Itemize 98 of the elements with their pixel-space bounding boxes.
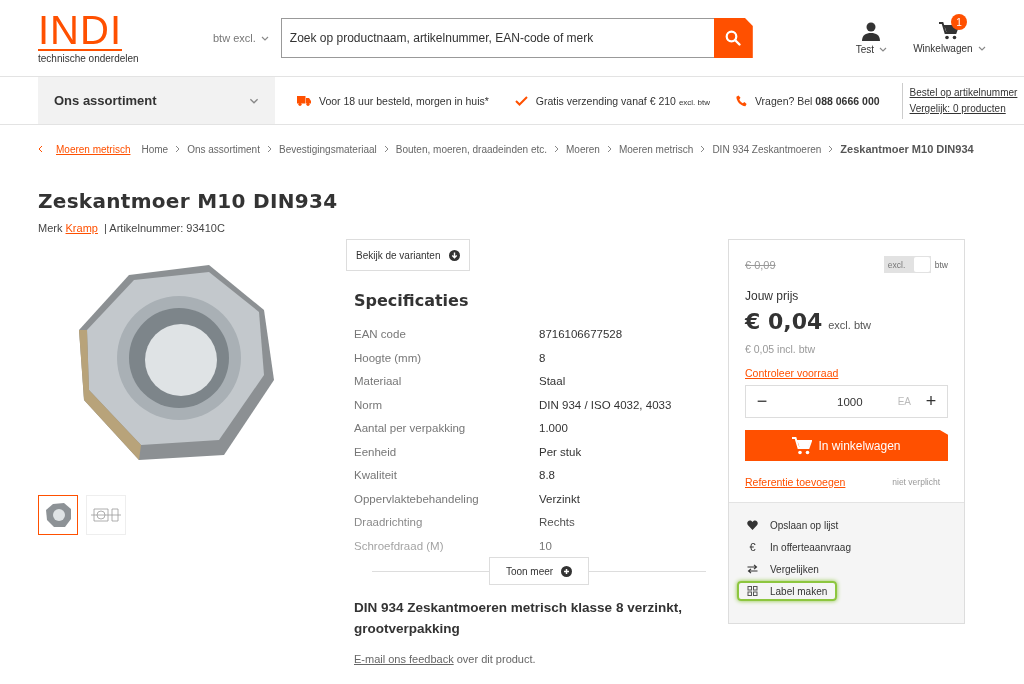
breadcrumb-link[interactable]: DIN 934 Zeskantmoeren <box>712 143 822 155</box>
swap-arrows-icon <box>747 564 758 574</box>
breadcrumb-back-link[interactable]: Moeren metrisch <box>56 143 131 155</box>
spec-value: 8.8 <box>539 469 556 481</box>
cart-icon <box>792 436 813 455</box>
spec-value: DIN 934 / ISO 4032, 4033 <box>539 398 673 411</box>
action-link[interactable]: Vergelijken <box>737 559 829 579</box>
quantity-field[interactable]: − 1000 EA + <box>745 385 948 418</box>
spec-label: Oppervlaktebehandeling <box>354 492 480 505</box>
breadcrumb-link[interactable]: Moeren metrisch <box>618 143 694 155</box>
spec-label: Schroefdraad (M) <box>354 539 445 552</box>
breadcrumb-link[interactable]: Home <box>141 143 169 155</box>
assortment-menu[interactable]: Ons assortiment <box>38 77 275 124</box>
article-number: | Artikelnummer: 93410C <box>104 222 225 234</box>
feedback-text: E-mail ons feedback over dit product. <box>354 653 537 665</box>
spec-label: Aantal per verpakking <box>354 422 467 434</box>
spec-value: 8716106677528 <box>539 328 624 340</box>
plus-circle-icon <box>561 565 573 577</box>
spec-value: 1.000 <box>539 422 569 434</box>
action-link[interactable]: € In offerteaanvraag <box>737 537 861 557</box>
grid-icon <box>747 586 758 596</box>
spec-label: Norm <box>354 398 384 411</box>
chevron-right-icon <box>606 145 612 153</box>
spec-value: Verzinkt <box>539 492 581 505</box>
brand-link[interactable]: Kramp <box>65 222 98 234</box>
spec-value: Rechts <box>539 516 576 528</box>
chevron-down-icon <box>879 46 888 52</box>
product-title: Zeskantmoer M10 DIN934 <box>38 189 339 213</box>
brand-label: Merk <box>38 222 63 234</box>
specs-heading: Specificaties <box>354 291 470 310</box>
euro-icon: € <box>747 541 758 553</box>
breadcrumb-link[interactable]: Bevestigingsmateriaal <box>278 143 377 155</box>
chevron-down-icon <box>249 97 259 104</box>
user-icon <box>862 21 881 41</box>
header-link[interactable]: Bestel op artikelnummer <box>909 87 1018 98</box>
logo-tagline: technische onderdelen <box>38 53 140 64</box>
search-field[interactable]: Zoek op productnaam, artikelnummer, EAN-code of merk <box>280 18 714 58</box>
spec-value: 10 <box>539 539 553 552</box>
show-more-button[interactable]: Toon meer <box>488 557 590 585</box>
chevron-right-icon <box>266 145 272 153</box>
unit-label: EA <box>897 396 911 407</box>
toggle-label: btw <box>934 259 948 270</box>
header-link[interactable]: Vergelijk: 0 producten <box>909 103 1018 114</box>
spec-value: 8 <box>539 351 547 364</box>
decrease-button[interactable]: − <box>750 391 774 412</box>
search-button[interactable] <box>713 18 753 58</box>
chevron-left-icon <box>38 145 43 153</box>
product-description: DIN 934 Zeskantmoeren metrisch klasse 8 verzinkt, grootverpakking <box>354 599 683 638</box>
breadcrumb-current: Zeskantmoer M10 DIN934 <box>840 143 974 155</box>
heart-icon <box>747 520 758 530</box>
drawing-thumbnail[interactable] <box>86 495 126 535</box>
account-menu[interactable]: Test <box>855 21 888 55</box>
chevron-down-icon <box>260 35 269 41</box>
vat-dropdown[interactable]: btw excl. <box>213 32 269 44</box>
spec-label: Eenheid <box>354 445 398 458</box>
checkmark-icon <box>514 95 528 106</box>
price-incl-vat: € 0,05 incl. btw <box>745 343 817 355</box>
increase-button[interactable]: + <box>919 391 943 412</box>
add-to-cart-button[interactable]: In winkelwagen <box>745 430 948 461</box>
old-price: € 0,09 <box>745 258 776 271</box>
price-vat-note: excl. btw <box>828 319 872 331</box>
breadcrumb-link[interactable]: Ons assortiment <box>187 143 260 155</box>
breadcrumb-link[interactable]: Bouten, moeren, draadeinden etc. <box>395 143 547 155</box>
photo-thumbnail[interactable] <box>38 495 78 535</box>
chevron-right-icon <box>828 145 834 153</box>
spec-label: Kwaliteit <box>354 469 398 481</box>
vat-toggle[interactable]: excl. <box>883 256 931 273</box>
spec-label: Materiaal <box>354 375 403 387</box>
search-icon <box>725 30 742 46</box>
chevron-right-icon <box>175 145 181 153</box>
chevron-right-icon <box>383 145 389 153</box>
stock-check-link[interactable]: Controleer voorraad <box>745 367 948 379</box>
cart-count-badge: 1 <box>951 14 968 30</box>
price-label: Jouw prijs <box>745 289 800 303</box>
spec-label: Hoogte (mm) <box>354 351 423 364</box>
feedback-link[interactable]: E-mail ons feedback <box>354 653 454 665</box>
usp-text: Voor 18 uur besteld, morgen in huis* <box>319 94 489 107</box>
spec-label: Draadrichting <box>354 516 424 528</box>
truck-icon <box>297 95 311 106</box>
action-link[interactable]: Opslaan op lijst <box>737 515 849 535</box>
phone-icon <box>736 94 747 107</box>
usp-text: Gratis verzending vanaf € 210 excl. btw <box>535 94 710 107</box>
action-link[interactable]: Label maken <box>737 581 838 601</box>
spec-label: EAN code <box>354 328 407 340</box>
usp-text: Vragen? Bel 088 0666 000 <box>755 94 880 107</box>
chevron-down-icon <box>977 46 986 51</box>
logo-wordmark[interactable]: INDI <box>38 12 122 51</box>
add-reference-link[interactable]: Referentie toevoegen <box>745 476 846 488</box>
arrow-down-circle-icon <box>448 249 460 261</box>
optional-note: niet verplicht <box>892 477 940 487</box>
toggle-label: excl. <box>886 259 907 270</box>
spec-value: Staal <box>539 375 567 387</box>
chevron-right-icon <box>700 145 706 153</box>
chevron-right-icon <box>554 145 559 153</box>
variants-button[interactable]: Bekijk de varianten <box>346 239 470 271</box>
price: € 0,04 <box>745 309 823 334</box>
spec-value: Per stuk <box>539 445 583 458</box>
breadcrumb-link[interactable]: Moeren <box>566 143 600 155</box>
